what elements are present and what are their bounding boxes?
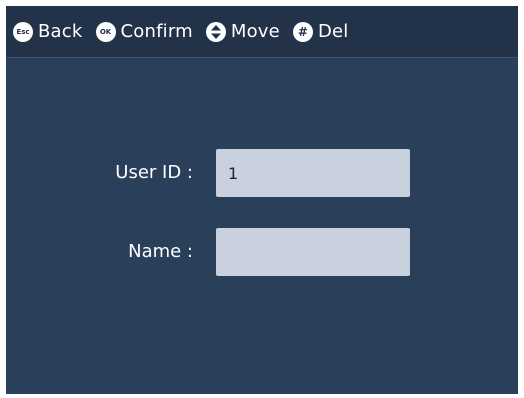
up-down-arrows-icon <box>205 21 226 42</box>
user-id-row: User ID : <box>6 149 518 197</box>
confirm-label: Confirm <box>120 21 193 42</box>
user-id-input[interactable] <box>216 149 410 197</box>
confirm-hint[interactable]: OK Confirm <box>95 21 193 42</box>
esc-key-icon: Esc <box>13 21 33 42</box>
delete-hint[interactable]: # Del <box>292 21 349 42</box>
name-row: Name : <box>6 228 518 276</box>
move-label: Move <box>230 21 280 42</box>
name-label: Name : <box>128 241 193 262</box>
back-label: Back <box>38 21 83 42</box>
back-hint[interactable]: Esc Back <box>13 21 83 42</box>
key-hint-bar: Esc Back OK Confirm Move # Del <box>6 6 518 58</box>
delete-label: Del <box>317 21 349 42</box>
ok-key-icon: OK <box>95 21 116 42</box>
device-screen: Esc Back OK Confirm Move # Del User ID :… <box>6 6 518 394</box>
hash-key-icon: # <box>292 21 313 42</box>
move-hint[interactable]: Move <box>205 21 280 42</box>
name-input[interactable] <box>216 228 410 276</box>
user-id-label: User ID : <box>115 162 193 183</box>
